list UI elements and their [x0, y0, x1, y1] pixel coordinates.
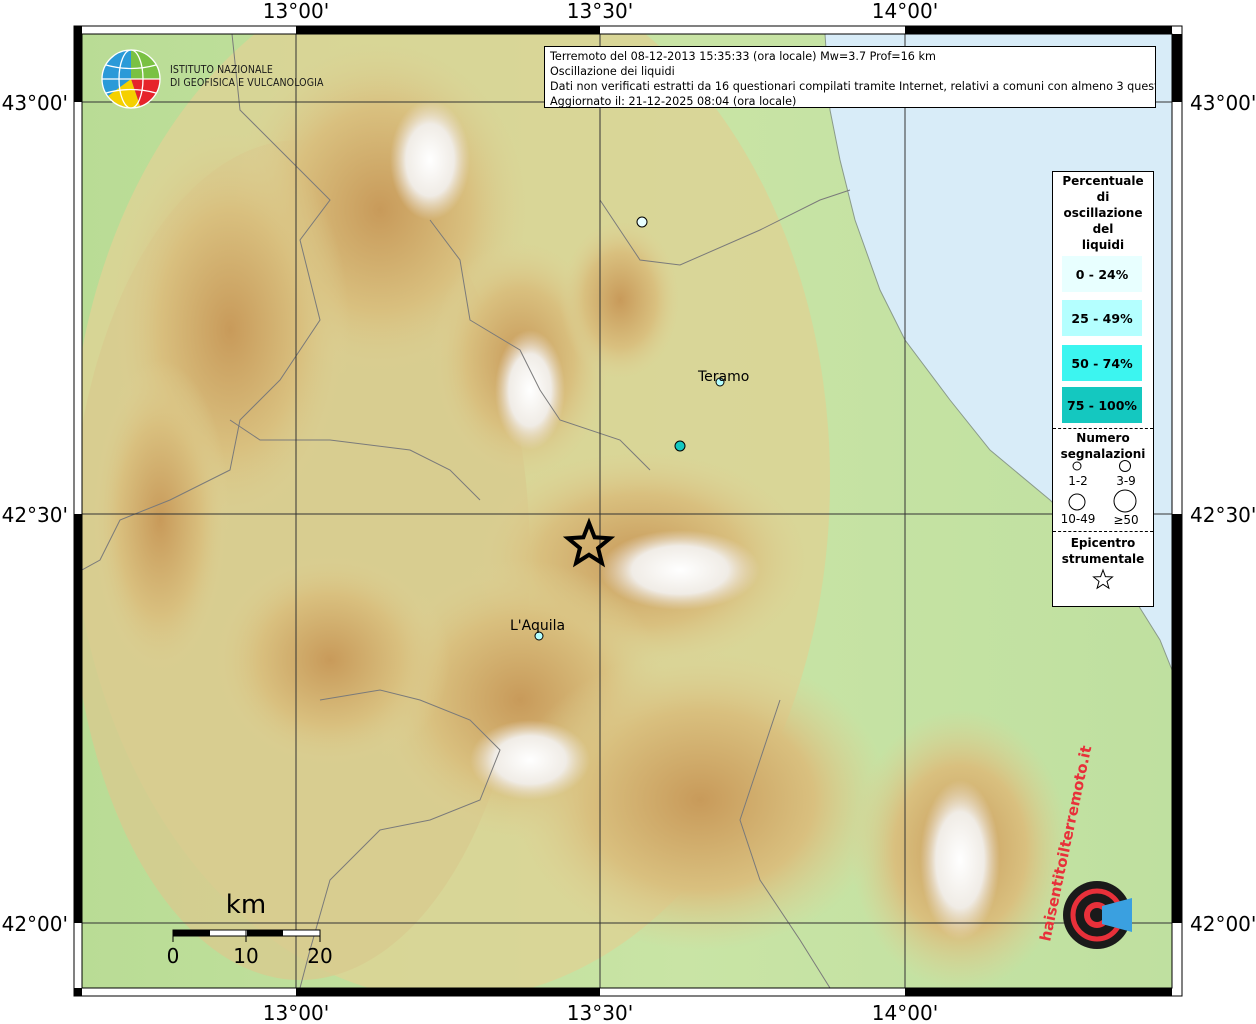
legend-swatch-25-49: 25 - 49%: [1062, 300, 1142, 336]
legend: Percentuale di oscillazione del liquidi …: [1052, 171, 1154, 607]
lat-tick-right-3: 42°00': [1190, 912, 1256, 936]
event-info-line4: Aggiornato il: 21-12-2025 08:04 (ora loc…: [550, 95, 797, 108]
ingv-logo-line1: ISTITUTO NAZIONALE: [170, 64, 273, 76]
lat-tick-left-1: 43°00': [2, 91, 68, 115]
lat-tick-right-2: 42°30': [1190, 503, 1256, 527]
legend-title-line: del: [1092, 222, 1114, 236]
legend-swatch-0-24: 0 - 24%: [1062, 256, 1142, 292]
legend-count-title: Numero segnalazioni: [1060, 431, 1146, 461]
scale-unit: km: [226, 890, 266, 920]
lon-tick-top-2: 13°30': [567, 0, 633, 23]
lon-tick-bottom-3: 14°00': [872, 1001, 938, 1024]
obs-point-mid: [674, 440, 686, 452]
event-info-line2: Oscillazione dei liquidi: [550, 65, 675, 78]
scale-tick-20: 20: [307, 944, 332, 968]
scale-tick-10: 10: [233, 944, 258, 968]
obs-point-north: [636, 216, 648, 228]
legend-title-line: Percentuale: [1062, 174, 1144, 188]
ingv-logo: ISTITUTO NAZIONALE DI GEOFISICA E VULCAN…: [100, 48, 330, 110]
legend-epicenter-title: Epicentro strumentale: [1061, 536, 1145, 566]
legend-title-line: oscillazione: [1063, 206, 1143, 220]
legend-count-10-49: 10-49: [1060, 512, 1096, 526]
scale-tick-0: 0: [167, 944, 180, 968]
ingv-globe-icon: [101, 49, 161, 109]
event-info-box: Terremoto del 08-12-2013 15:35:33 (ora l…: [544, 46, 1156, 108]
lat-tick-left-3: 42°00': [2, 912, 68, 936]
legend-title: Percentuale di oscillazione del liquidi: [1053, 173, 1153, 253]
terrain: [82, 34, 1172, 988]
legend-divider: [1053, 428, 1153, 429]
lon-tick-bottom-2: 13°30': [567, 1001, 633, 1024]
event-info-line3: Dati non verificati estratti da 16 quest…: [550, 80, 1156, 93]
city-label-teramo: Teramo: [697, 369, 749, 385]
lon-tick-top-1: 13°00': [263, 0, 329, 23]
legend-title-line: liquidi: [1081, 238, 1125, 252]
legend-count-1-2: 1-2: [1068, 474, 1088, 488]
legend-divider: [1053, 531, 1153, 532]
lat-tick-right-1: 43°00': [1190, 91, 1256, 115]
legend-swatch-75-100: 75 - 100%: [1062, 387, 1142, 423]
lon-tick-bottom-1: 13°00': [263, 1001, 329, 1024]
ingv-logo-line2: DI GEOFISICA E VULCANOLOGIA: [170, 77, 324, 89]
legend-count-3-9: 3-9: [1116, 474, 1136, 488]
city-label-laquila: L'Aquila: [510, 618, 565, 634]
legend-swatch-50-74: 50 - 74%: [1062, 345, 1142, 381]
legend-epicenter-star-icon: [1092, 568, 1114, 590]
lon-tick-top-3: 14°00': [872, 0, 938, 23]
lat-tick-left-2: 42°30': [2, 503, 68, 527]
legend-title-line: di: [1096, 190, 1110, 204]
event-info-line1: Terremoto del 08-12-2013 15:35:33 (ora l…: [550, 50, 936, 63]
legend-count-50: ≥50: [1113, 513, 1139, 527]
